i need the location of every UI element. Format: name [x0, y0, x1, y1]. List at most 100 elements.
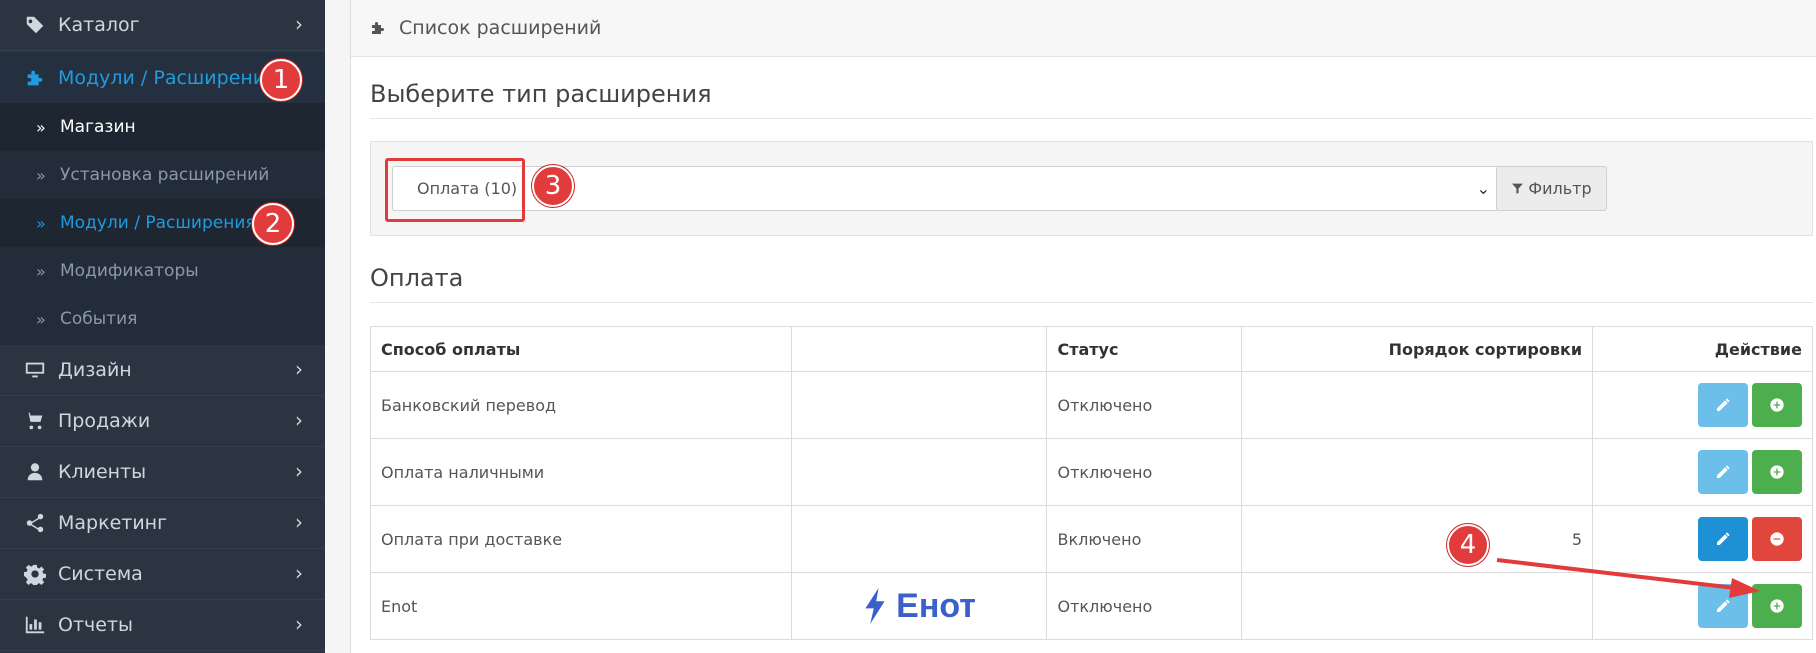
- table-row: Банковский перевод Отключено: [370, 371, 1813, 439]
- annotation-highlight-box: [385, 158, 525, 222]
- annotation-badge-3: 3: [532, 165, 574, 207]
- sidebar-item-label: Продажи: [58, 410, 151, 432]
- cell-status: Отключено: [1046, 371, 1243, 439]
- cell-actions: [1592, 438, 1813, 506]
- edit-button[interactable]: [1698, 450, 1748, 494]
- divider: [370, 118, 1813, 119]
- install-button[interactable]: [1752, 584, 1802, 628]
- sidebar-item-label: Маркетинг: [58, 512, 168, 534]
- pencil-icon: [1717, 532, 1730, 545]
- tags-icon: [24, 14, 46, 36]
- cell-sort: 5: [1241, 505, 1594, 573]
- choose-type-heading: Выберите тип расширения: [370, 80, 712, 108]
- share-icon: [24, 512, 46, 534]
- pencil-icon: [1717, 465, 1730, 478]
- sidebar-item-sales[interactable]: Продажи ›: [0, 396, 325, 447]
- lightning-icon: [865, 588, 885, 624]
- col-header-method[interactable]: Способ оплаты: [370, 326, 792, 372]
- sidebar-item-reports[interactable]: Отчеты ›: [0, 600, 325, 651]
- table-row: Оплата наличными Отключено: [370, 438, 1813, 506]
- cell-sort: [1241, 371, 1594, 439]
- cell-method: Оплата наличными: [370, 438, 792, 506]
- cell-logo: [790, 438, 1048, 506]
- chevron-right-icon: ›: [295, 611, 303, 636]
- install-button[interactable]: [1752, 450, 1802, 494]
- plus-circle-icon: [1770, 465, 1784, 479]
- cell-logo: [790, 505, 1048, 573]
- sidebar-sub-item-store[interactable]: » Магазин: [0, 103, 325, 151]
- edit-button[interactable]: [1698, 584, 1748, 628]
- chevron-right-icon: ›: [295, 356, 303, 381]
- section-heading: Оплата: [370, 264, 464, 292]
- annotation-badge-2: 2: [252, 203, 294, 245]
- cell-actions: [1592, 505, 1813, 573]
- install-button[interactable]: [1752, 383, 1802, 427]
- plus-circle-icon: [1770, 599, 1784, 613]
- chevron-right-icon: ›: [295, 407, 303, 432]
- cell-status: Включено: [1046, 505, 1243, 573]
- chevron-right-icon: ›: [295, 509, 303, 534]
- cell-method: Оплата при доставке: [370, 505, 792, 573]
- puzzle-icon: [24, 67, 46, 89]
- chevron-right-icon: ›: [295, 458, 303, 483]
- user-icon: [24, 461, 46, 483]
- sidebar-sub-item-label: События: [60, 309, 138, 329]
- filter-button-label: Фильтр: [1528, 179, 1592, 198]
- minus-circle-icon: [1770, 532, 1784, 546]
- sidebar-item-label: Система: [58, 563, 143, 585]
- extensions-panel: Список расширений Выберите тип расширени…: [350, 0, 1816, 653]
- pencil-icon: [1717, 599, 1730, 612]
- cell-logo: Енот: [790, 572, 1048, 640]
- table-row: Enot Енот Отключено: [370, 572, 1813, 640]
- col-header-logo: [790, 326, 1048, 372]
- bar-chart-icon: [24, 614, 46, 636]
- plus-circle-icon: [1770, 398, 1784, 412]
- sidebar-sub-item-events[interactable]: » События: [0, 295, 325, 343]
- edit-button[interactable]: [1698, 517, 1748, 561]
- sidebar-sub-item-label: Установка расширений: [60, 165, 270, 185]
- cell-actions: [1592, 371, 1813, 439]
- double-chevron-icon: »: [36, 261, 46, 281]
- sidebar-item-catalog[interactable]: Каталог ›: [0, 0, 325, 51]
- sidebar-item-label: Клиенты: [58, 461, 147, 483]
- edit-button[interactable]: [1698, 383, 1748, 427]
- table-row: Оплата при доставке Включено 5: [370, 505, 1813, 573]
- sidebar-sub-item-label: Магазин: [60, 117, 136, 137]
- chevron-right-icon: ›: [295, 560, 303, 585]
- double-chevron-icon: »: [36, 117, 46, 137]
- enot-logo: Енот: [802, 587, 1037, 626]
- cell-sort: [1241, 438, 1594, 506]
- cell-status: Отключено: [1046, 438, 1243, 506]
- cell-actions: [1592, 572, 1813, 640]
- col-header-status[interactable]: Статус: [1046, 326, 1243, 372]
- filter-button[interactable]: Фильтр: [1496, 166, 1607, 211]
- sidebar-item-design[interactable]: Дизайн ›: [0, 345, 325, 396]
- cell-sort: [1241, 572, 1594, 640]
- cell-method: Банковский перевод: [370, 371, 792, 439]
- uninstall-button[interactable]: [1752, 517, 1802, 561]
- chevron-right-icon: ›: [295, 11, 303, 36]
- cell-method: Enot: [370, 572, 792, 640]
- sidebar-item-customers[interactable]: Клиенты ›: [0, 447, 325, 498]
- content-gutter: [325, 0, 350, 653]
- cart-icon: [24, 410, 46, 432]
- sidebar-sub-item-installer[interactable]: » Установка расширений: [0, 151, 325, 199]
- funnel-icon: [1512, 183, 1524, 194]
- col-header-action: Действие: [1592, 326, 1813, 372]
- enot-logo-text: Енот: [896, 586, 976, 625]
- sidebar-sub-item-label: Модификаторы: [60, 261, 199, 281]
- sidebar-item-label: Дизайн: [58, 359, 132, 381]
- cell-logo: [790, 371, 1048, 439]
- sidebar-sub-item-modifications[interactable]: » Модификаторы: [0, 247, 325, 295]
- panel-header: Список расширений: [351, 0, 1816, 57]
- sidebar-item-label: Каталог: [58, 14, 140, 36]
- double-chevron-icon: »: [36, 165, 46, 185]
- sidebar-item-label: Отчеты: [58, 614, 134, 636]
- col-header-sort[interactable]: Порядок сортировки: [1241, 326, 1594, 372]
- table-header-row: Способ оплаты Статус Порядок сортировки …: [370, 326, 1813, 372]
- sidebar-item-system[interactable]: Система ›: [0, 549, 325, 600]
- cell-status: Отключено: [1046, 572, 1243, 640]
- double-chevron-icon: »: [36, 213, 46, 233]
- divider: [370, 302, 1813, 303]
- sidebar-item-marketing[interactable]: Маркетинг ›: [0, 498, 325, 549]
